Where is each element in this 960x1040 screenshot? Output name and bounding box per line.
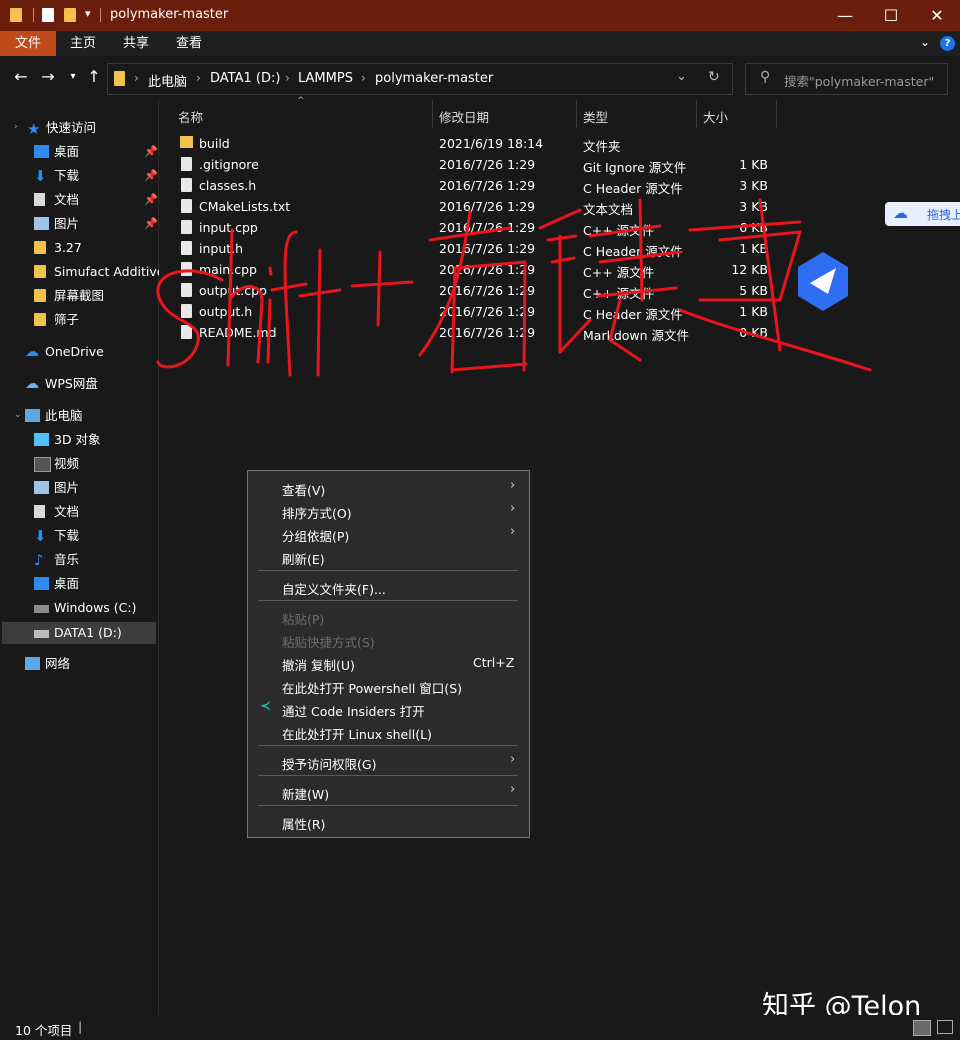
chevron-right-icon: › [510,782,516,797]
menu-item-refresh[interactable]: 刷新(E) [282,549,325,568]
details-view-icon[interactable] [913,1020,931,1036]
shortcut-ctrl-z: Ctrl+Z [473,655,515,670]
menu-separator [258,775,518,776]
vscode-icon: ≺ [260,699,271,714]
menu-item-new[interactable]: 新建(W) [282,784,329,803]
menu-separator [258,570,518,571]
item-count: 10 个项目 [15,1023,73,1038]
chevron-right-icon: › [510,478,516,493]
menu-item-sort[interactable]: 排序方式(O) [282,503,352,522]
menu-item-grant-access[interactable]: 授予访问权限(G) [282,754,376,773]
baidu-cloud-icon: ☁ [893,204,908,222]
menu-item-linux-shell[interactable]: 在此处打开 Linux shell(L) [282,724,432,743]
menu-item-view[interactable]: 查看(V) [282,480,325,499]
status-separator: | [78,1019,83,1034]
chevron-right-icon: › [510,524,516,539]
menu-separator [258,805,518,806]
menu-item-customize[interactable]: 自定义文件夹(F)... [282,579,386,598]
menu-item-paste-shortcut: 粘贴快捷方式(S) [282,635,375,650]
chevron-right-icon: › [510,752,516,767]
drag-upload-label: 拖拽上 [927,208,960,222]
menu-item-undo-copy[interactable]: 撤消 复制(U) [282,655,355,674]
menu-item-code-insiders[interactable]: 通过 Code Insiders 打开 [282,701,425,720]
menu-separator [258,745,518,746]
chevron-right-icon: › [510,501,516,516]
large-icons-view-icon[interactable] [937,1020,953,1034]
status-bar: 10 个项目 | [0,1015,960,1040]
menu-item-properties[interactable]: 属性(R) [282,814,325,833]
menu-item-paste: 粘贴(P) [282,612,325,627]
menu-item-group[interactable]: 分组依据(P) [282,526,349,545]
context-menu[interactable]: 查看(V) › 排序方式(O) › 分组依据(P) › 刷新(E) 自定义文件夹… [247,470,530,838]
app-badge-icon [798,252,848,311]
menu-separator [258,600,518,601]
menu-item-powershell[interactable]: 在此处打开 Powershell 窗口(S) [282,678,462,697]
drag-upload-tab[interactable]: ☁ 拖拽上 [885,202,960,226]
